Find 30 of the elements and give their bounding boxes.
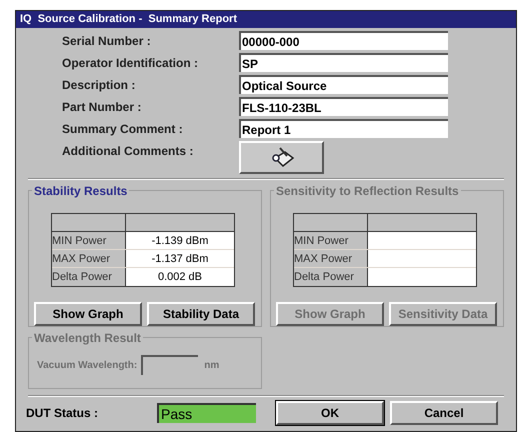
row-header: MAX Power bbox=[294, 250, 368, 267]
window-title: IQ Source Calibration - Summary Report bbox=[16, 11, 516, 28]
text-field[interactable]: Report 1 bbox=[239, 119, 448, 138]
field-label: Summary Comment : bbox=[62, 120, 184, 138]
comments-button[interactable] bbox=[239, 141, 324, 174]
dut-status-label: DUT Status : bbox=[26, 405, 99, 422]
field-label: Additional Comments : bbox=[62, 143, 194, 160]
cancel-button[interactable]: Cancel bbox=[390, 401, 498, 425]
field-label: Operator Identification : bbox=[62, 54, 200, 72]
field-label: Description : bbox=[62, 76, 136, 94]
show-graph-button[interactable]: Show Graph bbox=[34, 302, 142, 326]
row-header: Delta Power bbox=[52, 268, 126, 286]
table-cell-text: -1.137 dBm bbox=[150, 252, 210, 267]
text-field[interactable]: Optical Source bbox=[239, 75, 448, 94]
ok-button[interactable]: OK bbox=[276, 401, 384, 425]
data-button[interactable]: Stability Data bbox=[147, 302, 255, 326]
status-field: Pass bbox=[157, 403, 256, 423]
text-field[interactable]: 00000-000 bbox=[239, 31, 448, 50]
text-field[interactable]: FLS-110-23BL bbox=[239, 97, 448, 116]
table-cell-text: 0.002 dB bbox=[156, 270, 204, 285]
row-header: MIN Power bbox=[294, 232, 368, 249]
field-label: Part Number : bbox=[62, 98, 142, 116]
row-header: Delta Power bbox=[294, 268, 368, 286]
row-header: MIN Power bbox=[52, 232, 126, 249]
unit-label: nm bbox=[204, 358, 220, 372]
text-field[interactable]: SP bbox=[239, 53, 448, 72]
field-label: Vacuum Wavelength: bbox=[37, 358, 138, 372]
field-label: Serial Number : bbox=[62, 32, 152, 50]
table-cell-text: -1.139 dBm bbox=[150, 234, 210, 249]
row-header: MAX Power bbox=[52, 250, 126, 267]
